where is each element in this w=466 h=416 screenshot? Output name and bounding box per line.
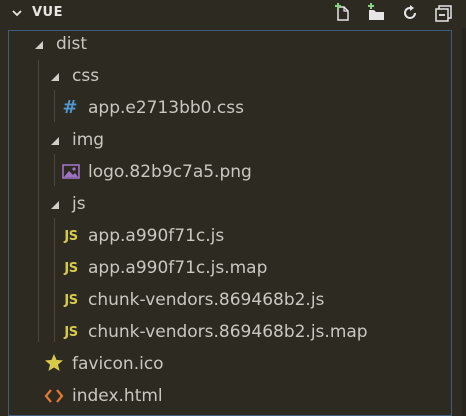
explorer-header[interactable]: VUE [0,0,466,28]
tree-item-js-file[interactable]: JS chunk-vendors.869468b2.js [0,284,466,316]
new-file-icon[interactable] [332,3,352,23]
file-label: chunk-vendors.869468b2.js.map [88,322,368,342]
tree-item-css-file[interactable]: # app.e2713bb0.css [0,92,466,124]
js-file-icon: JS [64,324,78,340]
section-title: VUE [32,5,63,20]
tree-item-js[interactable]: js [0,188,466,220]
tree-item-js-file[interactable]: JS chunk-vendors.869468b2.js.map [0,316,466,348]
folder-label: dist [56,34,88,54]
refresh-icon[interactable] [400,3,420,23]
tree-item-js-file[interactable]: JS app.a990f71c.js.map [0,252,466,284]
chevron-down-icon[interactable] [50,136,60,146]
tree-item-index[interactable]: index.html [0,380,466,412]
folder-label: css [72,66,100,86]
file-label: app.e2713bb0.css [88,98,244,118]
file-label: app.a990f71c.js.map [88,258,268,278]
image-file-icon [62,164,80,179]
tree-item-favicon[interactable]: favicon.ico [0,348,466,380]
html-file-icon [44,389,64,403]
chevron-down-icon[interactable] [50,72,60,82]
js-file-icon: JS [64,228,78,244]
tree-item-img[interactable]: img [0,124,466,156]
js-file-icon: JS [64,292,78,308]
star-icon [45,354,63,371]
explorer-panel: VUE dist css # app.e2713bb0.css img logo… [0,0,466,416]
chevron-down-icon[interactable] [34,40,44,50]
js-file-icon: JS [64,260,78,276]
tree-item-dist[interactable]: dist [0,28,466,60]
file-label: logo.82b9c7a5.png [88,162,252,182]
tree-item-img-file[interactable]: logo.82b9c7a5.png [0,156,466,188]
file-label: index.html [72,386,163,406]
file-label: favicon.ico [72,354,164,374]
folder-label: js [72,194,86,214]
tree-item-css[interactable]: css [0,60,466,92]
file-label: chunk-vendors.869468b2.js [88,290,325,310]
folder-label: img [72,130,105,150]
chevron-down-icon[interactable] [10,6,24,20]
collapse-all-icon[interactable] [434,3,454,23]
tree-item-js-file[interactable]: JS app.a990f71c.js [0,220,466,252]
css-file-icon: # [62,96,78,118]
new-folder-icon[interactable] [366,3,386,23]
header-actions [332,3,454,23]
file-label: app.a990f71c.js [88,226,225,246]
chevron-down-icon[interactable] [50,200,60,210]
